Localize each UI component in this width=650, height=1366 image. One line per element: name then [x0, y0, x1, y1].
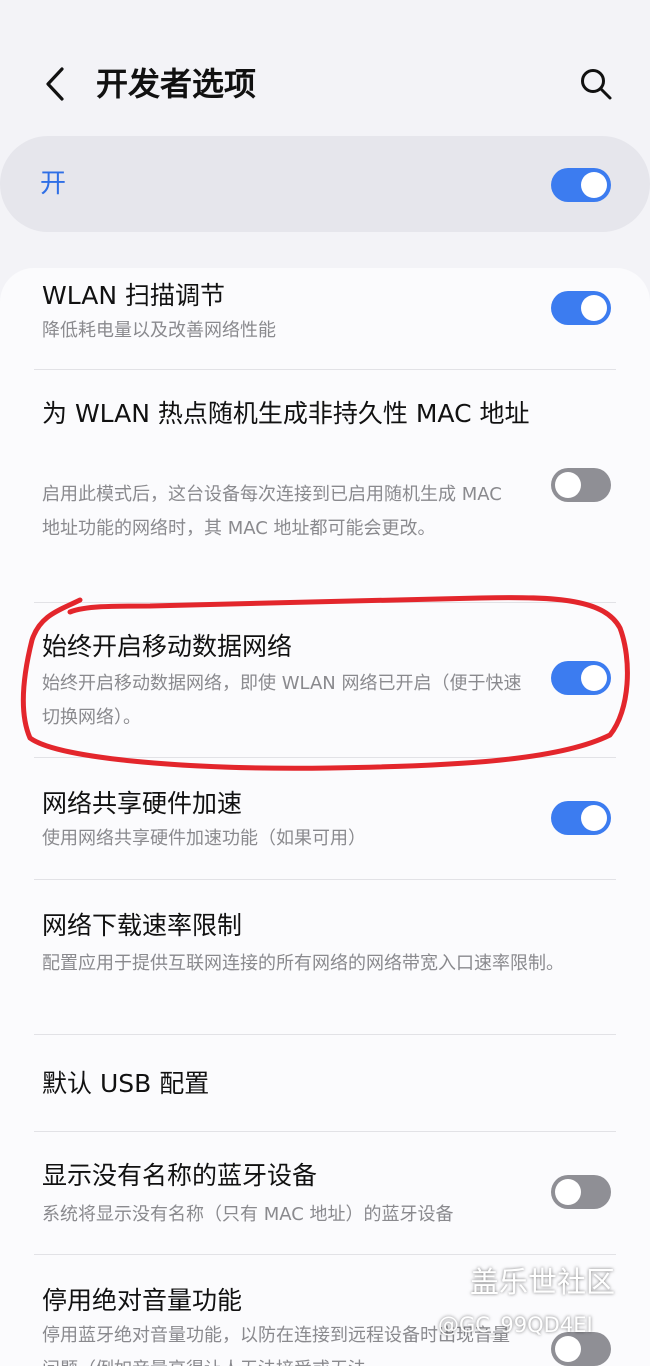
settings-list: WLAN 扫描调节 降低耗电量以及改善网络性能 为 WLAN 热点随机生成非持久… — [0, 268, 650, 1366]
setting-subtitle: 始终开启移动数据网络，即使 WLAN 网络已开启（便于快速切换网络）。 — [42, 673, 522, 728]
setting-subtitle: 系统将显示没有名称（只有 MAC 地址）的蓝牙设备 — [42, 1204, 454, 1225]
mobile-data-always-on-toggle[interactable] — [551, 661, 611, 695]
master-toggle[interactable] — [551, 168, 611, 202]
master-switch-row[interactable]: 开 — [0, 136, 650, 232]
chevron-left-icon — [46, 67, 64, 101]
developer-options-screen: 开发者选项 开 WLAN 扫描调节 降低耗电量以及改善网络性能 为 WLAN 热… — [0, 0, 650, 1366]
setting-title: WLAN 扫描调节 — [42, 281, 225, 310]
setting-title: 网络下载速率限制 — [42, 911, 243, 940]
toggle-knob — [555, 472, 581, 498]
setting-title: 显示没有名称的蓝牙设备 — [42, 1161, 318, 1190]
setting-subtitle: 降低耗电量以及改善网络性能 — [42, 320, 276, 341]
wlan-hotspot-random-mac-toggle[interactable] — [551, 468, 611, 502]
setting-network-download-rate-limit[interactable]: 网络下载速率限制 配置应用于提供互联网连接的所有网络的网络带宽入口速率限制。 — [0, 880, 650, 1034]
setting-title: 网络共享硬件加速 — [42, 789, 243, 818]
setting-tethering-hw-acceleration[interactable]: 网络共享硬件加速 使用网络共享硬件加速功能（如果可用） — [0, 758, 650, 878]
setting-mobile-data-always-on[interactable]: 始终开启移动数据网络 始终开启移动数据网络，即使 WLAN 网络已开启（便于快速… — [0, 603, 650, 757]
show-unnamed-bluetooth-toggle[interactable] — [551, 1175, 611, 1209]
toggle-knob — [581, 665, 607, 691]
toggle-knob — [581, 805, 607, 831]
setting-title: 始终开启移动数据网络 — [42, 632, 293, 661]
setting-default-usb-config[interactable]: 默认 USB 配置 — [0, 1035, 650, 1131]
setting-title: 为 WLAN 热点随机生成非持久性 MAC 地址 — [42, 399, 530, 428]
setting-wlan-hotspot-random-mac[interactable]: 为 WLAN 热点随机生成非持久性 MAC 地址 启用此模式后，这台设备每次连接… — [0, 370, 650, 602]
setting-subtitle: 使用网络共享硬件加速功能（如果可用） — [42, 828, 366, 849]
toggle-knob — [555, 1179, 581, 1205]
watermark-handle: @GC_99QD4EI — [438, 1313, 593, 1337]
setting-title: 默认 USB 配置 — [42, 1069, 210, 1098]
toggle-knob — [581, 172, 607, 198]
back-button[interactable] — [30, 56, 80, 112]
app-bar: 开发者选项 — [0, 0, 650, 140]
setting-show-unnamed-bluetooth[interactable]: 显示没有名称的蓝牙设备 系统将显示没有名称（只有 MAC 地址）的蓝牙设备 — [0, 1132, 650, 1254]
tethering-hw-acceleration-toggle[interactable] — [551, 801, 611, 835]
setting-subtitle: 配置应用于提供互联网连接的所有网络的网络带宽入口速率限制。 — [42, 953, 564, 974]
page-title: 开发者选项 — [96, 65, 257, 103]
search-button[interactable] — [566, 56, 626, 112]
wlan-scan-throttle-toggle[interactable] — [551, 291, 611, 325]
toggle-knob — [581, 295, 607, 321]
setting-subtitle: 启用此模式后，这台设备每次连接到已启用随机生成 MAC 地址功能的网络时，其 M… — [42, 484, 502, 539]
watermark-brand: 盖乐世社区 — [470, 1265, 616, 1299]
setting-wlan-scan-throttle[interactable]: WLAN 扫描调节 降低耗电量以及改善网络性能 — [0, 268, 650, 368]
search-icon — [581, 69, 612, 100]
master-switch-label: 开 — [40, 169, 67, 199]
